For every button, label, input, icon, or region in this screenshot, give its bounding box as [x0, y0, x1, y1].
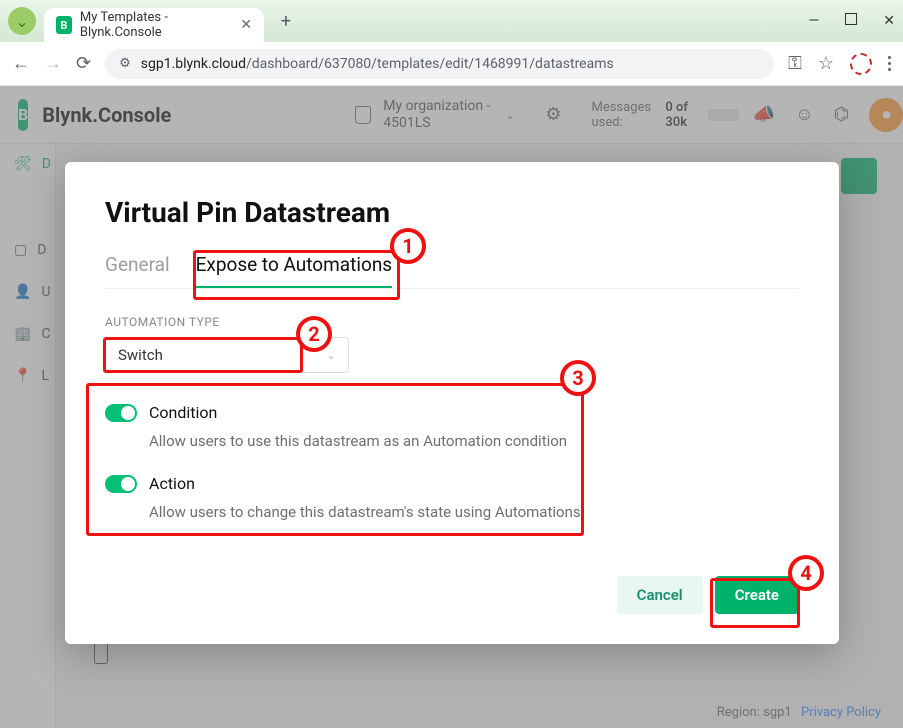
condition-desc: Allow users to use this datastream as an… [149, 432, 799, 450]
url-path: /dashboard/637080/templates/edit/1468991… [246, 56, 614, 72]
site-settings-icon[interactable]: ⚙ [119, 56, 131, 71]
back-icon[interactable]: ← [12, 53, 30, 74]
reload-icon[interactable]: ⟳ [76, 53, 91, 74]
new-tab-button[interactable]: + [272, 7, 300, 35]
browser-menu-icon[interactable] [888, 55, 891, 73]
tab-general[interactable]: General [105, 253, 170, 288]
action-toggle[interactable] [105, 475, 137, 493]
create-button[interactable]: Create [715, 576, 799, 614]
extension-icon[interactable] [850, 53, 872, 75]
browser-tab-strip: ⌄ B My Templates - Blynk.Console ✕ + — ✕ [0, 0, 903, 42]
chevron-down-icon: ⌄ [326, 348, 336, 362]
select-value: Switch [118, 346, 163, 364]
url-field[interactable]: ⚙ sgp1.blynk.cloud/dashboard/637080/temp… [105, 49, 774, 79]
forward-icon: → [44, 53, 62, 74]
condition-option: Condition Allow users to use this datast… [105, 403, 799, 450]
favicon: B [56, 16, 72, 34]
action-desc: Allow users to change this datastream's … [149, 503, 799, 521]
tab-expose-to-automations[interactable]: Expose to Automations [196, 253, 393, 288]
automation-type-label: AUTOMATION TYPE [105, 315, 799, 329]
bookmark-icon[interactable]: ☆ [818, 53, 834, 74]
cancel-button[interactable]: Cancel [617, 576, 703, 614]
key-icon[interactable]: ⚿ [788, 53, 802, 74]
tab-title: My Templates - Blynk.Console [80, 10, 232, 40]
action-option: Action Allow users to change this datast… [105, 474, 799, 521]
modal-tabs: General Expose to Automations [105, 253, 799, 289]
minimize-icon[interactable]: — [808, 13, 819, 29]
close-tab-icon[interactable]: ✕ [240, 17, 252, 33]
window-controls: — ✕ [808, 13, 895, 29]
action-title: Action [149, 474, 195, 493]
datastream-modal: Virtual Pin Datastream General Expose to… [65, 162, 839, 644]
maximize-icon[interactable] [845, 13, 857, 25]
modal-title: Virtual Pin Datastream [105, 196, 799, 229]
condition-title: Condition [149, 403, 217, 422]
condition-toggle[interactable] [105, 404, 137, 422]
url-host: sgp1.blynk.cloud [141, 56, 246, 72]
address-bar: ← → ⟳ ⚙ sgp1.blynk.cloud/dashboard/63708… [0, 42, 903, 86]
profile-chip[interactable]: ⌄ [8, 7, 36, 35]
browser-tab[interactable]: B My Templates - Blynk.Console ✕ [44, 8, 264, 42]
close-window-icon[interactable]: ✕ [883, 13, 895, 29]
automation-type-select[interactable]: Switch ⌄ [105, 337, 349, 373]
